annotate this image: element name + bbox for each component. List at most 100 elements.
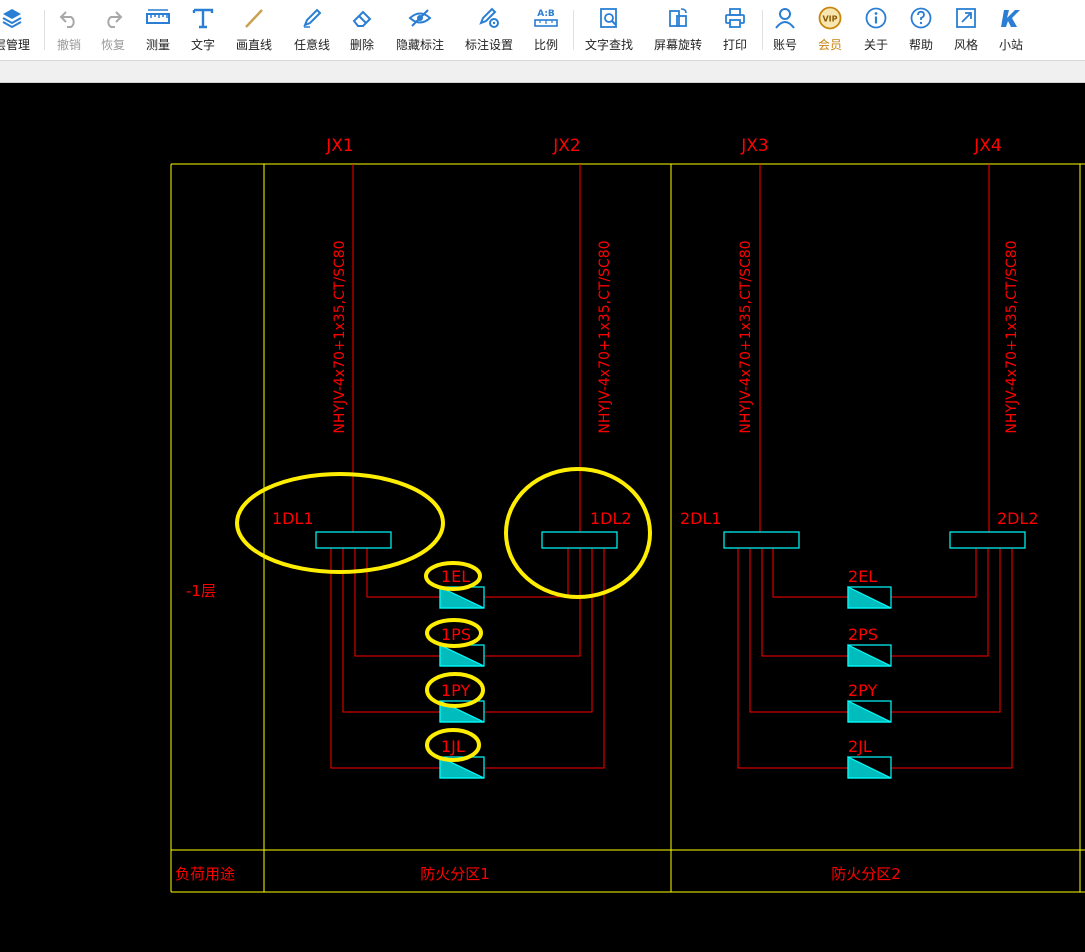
scale-button[interactable]: A:B 比例	[529, 6, 563, 56]
redo-label: 恢复	[100, 38, 125, 52]
load-box	[847, 700, 892, 723]
text-tool-icon	[191, 6, 215, 30]
distribution-box	[723, 531, 800, 549]
load-label: 1EL	[441, 567, 470, 586]
main-toolbar: 层管理 撤销 恢复 测量 文字 画直线 任意线	[0, 0, 1085, 61]
eraser-icon	[350, 6, 374, 30]
layers-icon	[0, 6, 24, 30]
freehand-line-button[interactable]: 任意线	[290, 6, 334, 56]
delete-button[interactable]: 删除	[345, 6, 379, 56]
account-button[interactable]: 账号	[768, 6, 802, 56]
load-label: 1JL	[441, 737, 465, 756]
style-button[interactable]: 风格	[949, 6, 983, 56]
zone-label: 防火分区1	[420, 865, 490, 883]
user-icon	[773, 6, 797, 30]
row-label: 负荷用途	[175, 865, 235, 883]
redo-button[interactable]: 恢复	[96, 6, 130, 56]
line-icon	[242, 6, 266, 30]
question-icon	[909, 6, 933, 30]
rotate-screen-label: 屏幕旋转	[653, 38, 702, 52]
undo-label: 撤销	[56, 38, 81, 52]
load-box	[847, 756, 892, 779]
mini-site-button[interactable]: 小站	[994, 6, 1028, 56]
secondary-bar	[0, 61, 1085, 83]
wire	[484, 548, 581, 657]
text-button[interactable]: 文字	[186, 6, 220, 56]
member-label: 会员	[817, 38, 842, 52]
wire	[891, 548, 989, 657]
measure-label: 测量	[145, 38, 170, 52]
load-label: 2EL	[848, 567, 877, 586]
wire	[484, 548, 605, 769]
scale-label: 比例	[533, 38, 558, 52]
rotate-icon	[666, 6, 690, 30]
column-label: JX4	[973, 136, 1001, 156]
toolbar-separator	[44, 10, 45, 50]
vip-icon: VIP	[818, 6, 842, 30]
help-label: 帮助	[908, 38, 933, 52]
drawing-frame	[170, 163, 1085, 893]
wire	[737, 548, 848, 769]
toolbar-separator	[762, 10, 763, 50]
info-icon	[864, 6, 888, 30]
wire	[772, 548, 848, 598]
hide-marks-button[interactable]: 隐藏标注	[393, 6, 447, 56]
rotate-screen-button[interactable]: 屏幕旋转	[651, 6, 705, 56]
floor-label: -1层	[186, 582, 216, 600]
box-label: 1DL2	[590, 509, 632, 528]
distribution-box	[949, 531, 1026, 549]
wire	[891, 548, 1001, 713]
highlight-ellipse	[235, 472, 445, 574]
printer-icon	[723, 6, 747, 30]
about-button[interactable]: 关于	[859, 6, 893, 56]
distribution-box	[541, 531, 618, 549]
expand-icon	[954, 6, 978, 30]
cable-spec-label: NHYJV-4x70+1x35,CT/SC80	[597, 240, 613, 433]
load-label: 1PS	[441, 625, 471, 644]
help-button[interactable]: 帮助	[904, 6, 938, 56]
draw-line-button[interactable]: 画直线	[232, 6, 276, 56]
member-button[interactable]: VIP 会员	[813, 6, 847, 56]
distribution-box-labels: 1DL1 1DL2 2DL1 2DL2	[272, 509, 1039, 528]
cable-spec-label: NHYJV-4x70+1x35,CT/SC80	[738, 240, 754, 433]
load-label: 1PY	[441, 681, 470, 700]
cad-drawing: JX1 JX2 JX3 JX4 NHYJV-4x70+1x35,CT/SC80 …	[170, 136, 1085, 893]
zone-label: 防火分区2	[831, 865, 901, 883]
find-text-icon	[597, 6, 621, 30]
scale-icon-text: A:B	[537, 9, 555, 19]
load-label: 2PY	[848, 681, 877, 700]
layer-manage-button[interactable]: 层管理	[0, 6, 32, 56]
cable-spec-label: NHYJV-4x70+1x35,CT/SC80	[332, 240, 348, 433]
load-labels: 1EL 1PS 1PY 1JL 2EL 2PS 2PY 2JL	[441, 567, 878, 756]
print-button[interactable]: 打印	[718, 6, 752, 56]
riser-heads: JX1 JX2 JX3 JX4	[325, 136, 1001, 156]
wire	[891, 548, 977, 598]
load-box	[847, 644, 892, 667]
eye-hidden-icon	[408, 6, 432, 30]
layer-manage-label: 层管理	[0, 38, 30, 52]
hide-marks-label: 隐藏标注	[395, 38, 444, 52]
drawing-canvas[interactable]: JX1 JX2 JX3 JX4 NHYJV-4x70+1x35,CT/SC80 …	[0, 83, 1085, 948]
vip-badge-text: VIP	[822, 15, 837, 24]
mini-site-label: 小站	[998, 38, 1023, 52]
wire	[484, 548, 569, 598]
scale-ratio-icon: A:B	[534, 6, 558, 30]
load-boxes	[439, 586, 892, 779]
distribution-box	[315, 531, 392, 549]
draw-line-label: 画直线	[235, 38, 272, 52]
undo-icon	[57, 6, 81, 30]
pen-gear-icon	[477, 6, 501, 30]
freehand-line-label: 任意线	[293, 38, 330, 52]
cable-specs: NHYJV-4x70+1x35,CT/SC80 NHYJV-4x70+1x35,…	[332, 240, 1020, 433]
mark-settings-button[interactable]: 标注设置	[462, 6, 516, 56]
undo-button[interactable]: 撤销	[52, 6, 86, 56]
redo-icon	[101, 6, 125, 30]
wire	[330, 548, 440, 769]
find-text-button[interactable]: 文字查找	[582, 6, 636, 56]
about-label: 关于	[863, 38, 888, 52]
load-label: 2JL	[848, 737, 872, 756]
find-text-label: 文字查找	[584, 38, 633, 52]
wire	[484, 548, 593, 713]
load-box	[847, 586, 892, 609]
measure-button[interactable]: 测量	[141, 6, 175, 56]
